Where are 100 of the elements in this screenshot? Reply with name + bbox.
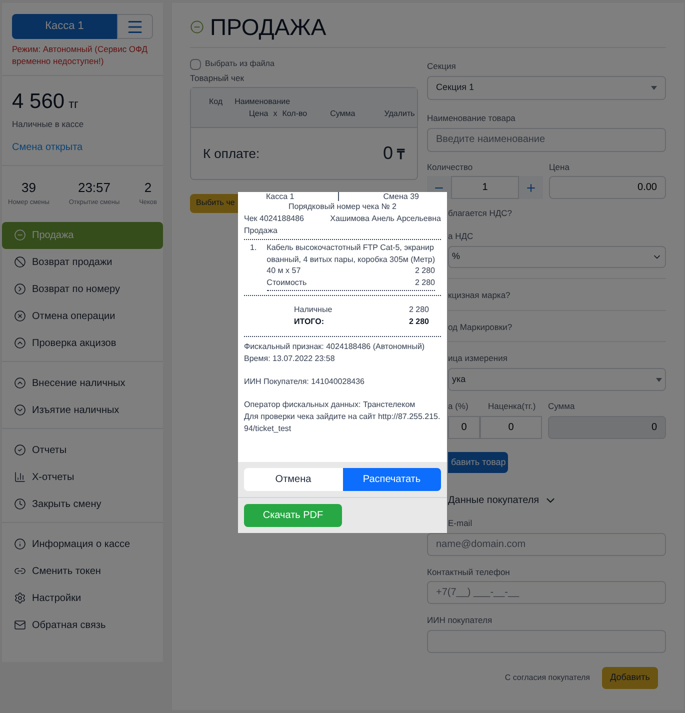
menu-item[interactable]: X-отчеты bbox=[2, 464, 163, 490]
chevron-up-circle-icon bbox=[14, 377, 26, 389]
receipt-shift: Смена 39 bbox=[383, 192, 419, 201]
menu-item[interactable]: Возврат продажи bbox=[2, 248, 163, 276]
shift-status: Смена открыта bbox=[12, 141, 84, 156]
menu-item[interactable]: Отчеты bbox=[2, 436, 163, 464]
check-circle-icon bbox=[14, 444, 26, 456]
mail-icon bbox=[14, 619, 26, 631]
item-name: Кабель высокочастотный FTP Cat-5, экранированный, 4 витых пары, коробка 305м (Метр) bbox=[266, 242, 435, 265]
link-icon bbox=[14, 565, 26, 577]
chevron-circle-icon bbox=[14, 283, 26, 295]
total-row-value: 2 280 bbox=[408, 304, 429, 316]
total-currency: ₸ bbox=[397, 144, 405, 164]
fiscal-line: Фискальный признак: 4024188486 (Автономный) bbox=[244, 341, 426, 353]
quantity-field[interactable]: 1 bbox=[451, 176, 519, 200]
menu-item[interactable]: Изъятие наличных bbox=[2, 396, 163, 424]
issue-receipt-button[interactable]: Выбить че bbox=[190, 194, 238, 213]
field-label: Количество bbox=[427, 160, 474, 174]
receipt-cashbox: Касса 1 bbox=[266, 192, 294, 201]
checkbox[interactable] bbox=[190, 58, 201, 70]
column-header: Наименование bbox=[234, 96, 290, 108]
field-label: ИИН покупателя bbox=[427, 614, 494, 627]
bar-chart-icon bbox=[14, 471, 26, 483]
field-label: Наименование товара bbox=[427, 112, 516, 124]
product-name-field[interactable]: Введите наименование bbox=[427, 128, 666, 152]
file-checkbox[interactable]: Выбрать из файла bbox=[190, 58, 418, 70]
stat-value: 2 bbox=[144, 179, 152, 198]
price-field[interactable]: 0.00 bbox=[549, 176, 666, 200]
x-circle-icon bbox=[14, 310, 26, 322]
receipt-operation: Продажа bbox=[244, 225, 278, 237]
buyer-data-toggle[interactable]: Данные покупателя bbox=[448, 492, 558, 508]
clock-icon bbox=[14, 498, 26, 510]
menu-item[interactable]: Продажа bbox=[2, 222, 163, 248]
cash-currency: тг bbox=[68, 96, 78, 113]
cash-amount: 4 560 bbox=[12, 89, 65, 115]
field-label: од Маркировки? bbox=[448, 320, 514, 334]
receipt-check: Чек 4024188486 bbox=[244, 213, 304, 225]
menu-button[interactable] bbox=[117, 14, 153, 39]
menu-item[interactable]: Закрыть смену bbox=[2, 490, 163, 518]
column-header: Код bbox=[209, 96, 223, 108]
minus-circle-icon bbox=[14, 229, 26, 241]
consent-text: С согласия покупателя bbox=[504, 672, 590, 684]
stat-value: 39 bbox=[21, 179, 36, 198]
menu-item[interactable]: Сменить токен bbox=[2, 558, 163, 584]
add-button[interactable]: Добавить bbox=[602, 667, 658, 689]
section-select[interactable]: Секция 1 bbox=[427, 76, 666, 100]
column-header: Кол-во bbox=[282, 108, 308, 120]
field-label: а (%) bbox=[448, 400, 470, 413]
menu-item[interactable]: Внесение наличных bbox=[2, 370, 163, 396]
menu-item[interactable]: Проверка акцизов bbox=[2, 330, 163, 356]
column-header: Сумма bbox=[330, 108, 356, 120]
field-label: кцизная марка? bbox=[448, 288, 512, 302]
dropdown-icon bbox=[651, 86, 657, 90]
sum-field[interactable]: 0 bbox=[548, 416, 666, 439]
total-label: К оплате: bbox=[203, 144, 260, 162]
phone-field[interactable]: +7(7__) ___-__-__ bbox=[427, 581, 666, 604]
stat-value: 23:57 bbox=[78, 179, 111, 198]
field-label: Секция bbox=[427, 60, 457, 73]
total-row-value: 2 280 bbox=[408, 316, 429, 328]
cashbox-button[interactable]: Касса 1 bbox=[12, 14, 117, 39]
field-label: E-mail bbox=[448, 516, 474, 530]
no-entry-icon bbox=[14, 256, 26, 268]
menu-item[interactable]: Возврат по номеру bbox=[2, 276, 163, 302]
menu-item[interactable]: Информация о кассе bbox=[2, 530, 163, 558]
menu-item[interactable]: Обратная связь bbox=[2, 612, 163, 638]
plus-icon bbox=[525, 182, 537, 194]
fiscal-line: Время: 13.07.2022 23:58 bbox=[244, 353, 336, 365]
menu-item[interactable]: Отмена операции bbox=[2, 302, 163, 330]
info-icon bbox=[14, 538, 26, 550]
dropdown-icon bbox=[656, 378, 662, 382]
download-pdf-button[interactable]: Скачать PDF bbox=[244, 504, 342, 527]
item-cost-label: Стоимость bbox=[266, 276, 307, 288]
cancel-button[interactable]: Отмена bbox=[244, 468, 342, 491]
total-value: 0 bbox=[382, 142, 393, 165]
item-quantity: 40 м x 57 bbox=[266, 265, 301, 276]
buyer-iin: ИИН Покупателя: 141040028436 bbox=[244, 376, 366, 388]
field-label: Наценка(тг.) bbox=[488, 400, 536, 413]
field-label: Контактный телефон bbox=[427, 566, 511, 578]
unit-select[interactable]: ука bbox=[448, 368, 666, 391]
item-amount: 2 280 bbox=[414, 265, 435, 276]
menu-item[interactable]: Настройки bbox=[2, 584, 163, 612]
vat-rate-select[interactable]: % bbox=[448, 246, 666, 268]
item-cost: 2 280 bbox=[414, 276, 435, 288]
markup-field[interactable]: 0 bbox=[480, 416, 542, 439]
increase-button[interactable] bbox=[519, 176, 543, 200]
item-number: 1. bbox=[250, 242, 257, 254]
field-label: Сумма bbox=[548, 400, 576, 413]
total-row-label: Наличные bbox=[294, 304, 332, 316]
chevron-up-circle-icon bbox=[14, 337, 26, 349]
print-button[interactable]: Распечатать bbox=[342, 468, 441, 491]
total-row-label: ИТОГО: bbox=[294, 316, 324, 328]
field-label: Товарный чек bbox=[190, 72, 245, 85]
settings-icon bbox=[14, 592, 26, 604]
email-field[interactable]: name@domain.com bbox=[427, 532, 666, 556]
page-title: ПРОДАЖА bbox=[210, 13, 326, 41]
field-label: а НДС bbox=[448, 230, 474, 243]
add-item-button[interactable]: бавить товар bbox=[448, 452, 508, 473]
markup-percent-field[interactable]: 0 bbox=[448, 416, 480, 439]
operator-line: Оператор фискальных данных: Транстелеком bbox=[244, 399, 416, 411]
receipt-number: Порядковый номер чека № 2 bbox=[288, 201, 398, 213]
